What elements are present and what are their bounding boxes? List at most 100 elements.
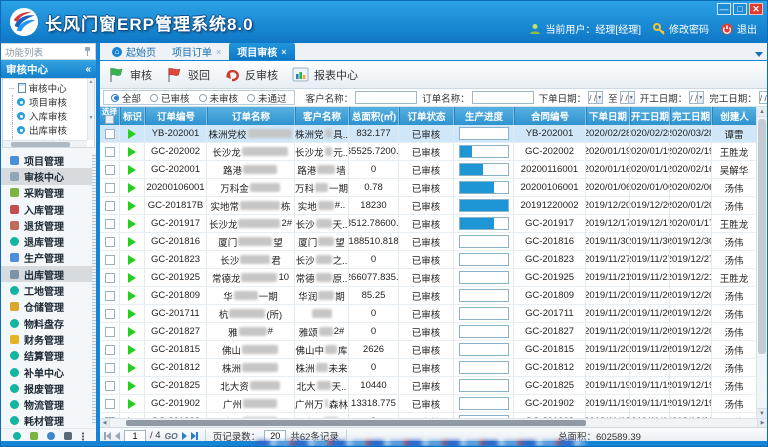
- table-row[interactable]: GC-201825 北大资 北大天.. 10440 已审核 GC-201825 …: [100, 377, 756, 395]
- radio-approved[interactable]: 已审核: [150, 91, 190, 105]
- table-row[interactable]: GC-202001 路港 路港墙 0 已审核 20200116001 2020/…: [100, 161, 756, 179]
- row-checkbox[interactable]: [105, 309, 115, 319]
- row-checkbox[interactable]: [105, 399, 115, 409]
- customer-name-input[interactable]: [355, 91, 417, 104]
- sidebar-item-logistics[interactable]: 物流管理: [1, 396, 96, 412]
- first-page-button[interactable]: [104, 432, 111, 440]
- unapprove-button[interactable]: 反审核: [224, 67, 278, 83]
- tree-root-audit-center[interactable]: ─ 审核中心: [3, 81, 94, 95]
- column-header-7[interactable]: 生产进度: [454, 107, 514, 125]
- table-horizontal-scrollbar[interactable]: ◀ ▶: [100, 418, 767, 427]
- row-checkbox[interactable]: [105, 327, 115, 337]
- tab-home[interactable]: ⌂ 起始页: [104, 43, 164, 60]
- close-tab-icon[interactable]: ×: [281, 47, 286, 57]
- sidebar-item-settlement[interactable]: 结算管理: [1, 348, 96, 364]
- table-row[interactable]: GC-201812 株洲 株洲未来 0 已审核 GC-201812 2019/1…: [100, 359, 756, 377]
- pin-icon[interactable]: [84, 47, 91, 56]
- order-date-to-input[interactable]: / /: [620, 91, 629, 104]
- table-row[interactable]: GC-201816 厦门望 厦门望 188510.818 已审核 GC-2018…: [100, 233, 756, 251]
- table-row[interactable]: GC-201809 华一期 华润期 85.25 已审核 GC-201809 20…: [100, 287, 756, 305]
- sidebar-item-project[interactable]: 项目管理: [1, 152, 96, 168]
- next-page-button[interactable]: [182, 432, 187, 440]
- radio-unapproved[interactable]: 未审核: [199, 91, 239, 105]
- row-checkbox[interactable]: [105, 363, 115, 373]
- column-header-6[interactable]: 订单状态: [399, 107, 454, 125]
- calendar-dropdown-icon[interactable]: ▼: [698, 91, 704, 104]
- logout-button[interactable]: 退出: [721, 21, 757, 36]
- vertical-scroll-thumb[interactable]: [758, 119, 766, 354]
- column-header-1[interactable]: 标识: [120, 107, 145, 125]
- last-page-button[interactable]: [191, 432, 198, 440]
- tree-item-出库审核[interactable]: 出库审核: [3, 123, 94, 137]
- radio-rejected[interactable]: 未通过: [247, 91, 287, 105]
- report-center-button[interactable]: 报表中心: [292, 67, 358, 83]
- table-row[interactable]: GC-201827 雅# 雅颂2# 0 已审核 GC-201827 2019/1…: [100, 323, 756, 341]
- sidebar-item-outbound[interactable]: 出库管理: [1, 266, 96, 282]
- row-checkbox[interactable]: [105, 183, 115, 193]
- column-header-4[interactable]: 客户名称: [295, 107, 349, 125]
- table-row[interactable]: GC-201902 广州 广州万森林 13318.775 已审核 GC-2019…: [100, 395, 756, 413]
- column-header-0[interactable]: 选择: [100, 107, 120, 125]
- module-cart-icon[interactable]: [30, 432, 38, 440]
- module-flag-icon[interactable]: [47, 432, 55, 440]
- collapse-panel-icon[interactable]: «: [85, 64, 91, 75]
- table-row[interactable]: 20200106001 万科金 万科一期 0.78 已审核 2020010600…: [100, 179, 756, 197]
- sidebar-item-inbound[interactable]: 入库管理: [1, 201, 96, 217]
- approve-button[interactable]: 审核: [108, 67, 152, 83]
- sidebar-item-scrap[interactable]: 报废管理: [1, 380, 96, 396]
- row-checkbox[interactable]: [105, 255, 115, 265]
- finish-date-input[interactable]: / /: [759, 91, 768, 104]
- column-header-12[interactable]: 创建人: [712, 107, 756, 125]
- column-header-11[interactable]: 完工日期: [670, 107, 712, 125]
- change-password-button[interactable]: 修改密码: [653, 21, 709, 36]
- row-checkbox[interactable]: [105, 345, 115, 355]
- sidebar-item-production[interactable]: 生产管理: [1, 250, 96, 266]
- sidebar-item-purchase[interactable]: 采购管理: [1, 185, 96, 201]
- go-button[interactable]: GO: [165, 431, 178, 441]
- column-header-3[interactable]: 订单名称: [207, 107, 295, 125]
- module-dot-icon[interactable]: [13, 432, 21, 440]
- radio-all[interactable]: 全部: [111, 91, 141, 105]
- calendar-dropdown-icon[interactable]: ▼: [629, 91, 635, 104]
- column-header-8[interactable]: 合同编号: [514, 107, 586, 125]
- sidebar-item-reorder[interactable]: 补单中心: [1, 364, 96, 380]
- sidebar-item-return-stock[interactable]: 退库管理: [1, 233, 96, 249]
- column-header-9[interactable]: 下单日期: [586, 107, 630, 125]
- scroll-down-icon[interactable]: ▼: [757, 408, 767, 418]
- column-header-5[interactable]: 总面积(㎡): [349, 107, 399, 125]
- page-number-input[interactable]: [124, 430, 146, 442]
- sidebar-item-warehouse[interactable]: 仓储管理: [1, 299, 96, 315]
- calendar-dropdown-icon[interactable]: ▼: [597, 91, 603, 104]
- tree-vertical-scrollbar[interactable]: ▲▼: [87, 79, 94, 140]
- minimize-button[interactable]: —: [717, 3, 731, 15]
- sidebar-scrollbar[interactable]: [92, 153, 96, 425]
- row-checkbox[interactable]: [105, 201, 115, 211]
- tree-item-项目审核[interactable]: 项目审核: [3, 95, 94, 109]
- tree-item-入库审核[interactable]: 入库审核: [3, 109, 94, 123]
- order-date-from-input[interactable]: / /: [588, 91, 597, 104]
- row-checkbox[interactable]: [105, 129, 115, 139]
- horizontal-scroll-thumb[interactable]: [126, 420, 586, 426]
- close-tab-icon[interactable]: ×: [216, 47, 221, 57]
- table-row[interactable]: GC-201815 佛山 佛山中库 2626 已审核 GC-201815 201…: [100, 341, 756, 359]
- module-person-icon[interactable]: [64, 432, 72, 440]
- scroll-up-icon[interactable]: ▲: [757, 107, 767, 117]
- maximize-button[interactable]: □: [733, 3, 747, 15]
- tab-overflow-button[interactable]: [755, 52, 763, 57]
- table-row[interactable]: GC-201823 长沙君 长沙之.. 0 已审核 GC-201823 2019…: [100, 251, 756, 269]
- row-checkbox[interactable]: [105, 273, 115, 283]
- select-all-checkbox[interactable]: [105, 115, 114, 124]
- row-checkbox[interactable]: [105, 381, 115, 391]
- order-name-input[interactable]: [472, 91, 534, 104]
- previous-page-button[interactable]: [115, 432, 120, 440]
- sidebar-item-audit[interactable]: 审核中心: [1, 168, 96, 184]
- table-row[interactable]: GC-201817B 实地常栋 实地#.. 18230 已审核 20191220…: [100, 197, 756, 215]
- row-checkbox[interactable]: [105, 147, 115, 157]
- module-more-icon[interactable]: [81, 432, 85, 441]
- table-row[interactable]: GC-201711 杭(所) 0 已审核 GC-201711 2019/11/2…: [100, 305, 756, 323]
- start-date-input[interactable]: / /: [689, 91, 698, 104]
- reject-button[interactable]: 驳回: [166, 67, 210, 83]
- column-header-2[interactable]: 订单编号: [145, 107, 207, 125]
- close-button[interactable]: ✕: [749, 3, 763, 15]
- tree-horizontal-scrollbar[interactable]: [3, 140, 87, 147]
